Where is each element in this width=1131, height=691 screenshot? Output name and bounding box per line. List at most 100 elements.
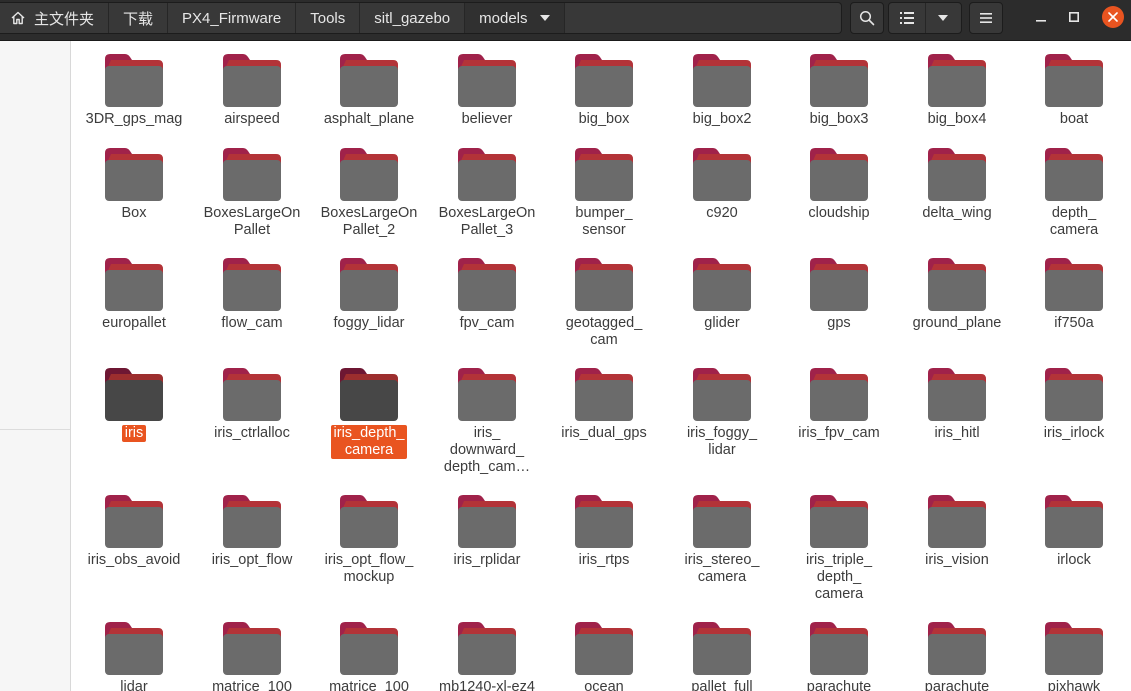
folder-item[interactable]: BoxesLargeOn Pallet_2: [313, 147, 425, 239]
folder-icon: [810, 54, 868, 107]
menu-button[interactable]: [969, 2, 1003, 34]
folder-label: europallet: [102, 315, 166, 331]
folder-icon: [1045, 495, 1103, 548]
breadcrumb-current[interactable]: models: [465, 3, 565, 33]
folder-label: ocean: [584, 679, 624, 691]
folder-item[interactable]: fpv_cam: [431, 257, 543, 332]
folder-item[interactable]: big_box: [548, 53, 660, 128]
breadcrumb-item[interactable]: PX4_Firmware: [168, 3, 297, 33]
folder-item[interactable]: iris_obs_avoid: [78, 494, 190, 569]
folder-item[interactable]: big_box2: [666, 53, 778, 128]
folder-item[interactable]: bumper_ sensor: [548, 147, 660, 239]
folder-item[interactable]: parachute: [783, 621, 895, 691]
folder-item[interactable]: iris_stereo_ camera: [666, 494, 778, 586]
folder-item[interactable]: iris_triple_ depth_ camera: [783, 494, 895, 603]
folder-item[interactable]: ground_plane: [901, 257, 1013, 332]
folder-item[interactable]: c920: [666, 147, 778, 222]
folder-item[interactable]: foggy_lidar: [313, 257, 425, 332]
folder-item[interactable]: glider: [666, 257, 778, 332]
folder-item[interactable]: 3DR_gps_mag: [78, 53, 190, 128]
folder-icon: [1045, 368, 1103, 421]
folder-item[interactable]: iris_depth_ camera: [313, 367, 425, 459]
folder-item[interactable]: if750a: [1018, 257, 1130, 332]
folder-label: iris_foggy_ lidar: [686, 425, 758, 458]
list-view-icon: [899, 12, 914, 24]
folder-item[interactable]: iris_dual_gps: [548, 367, 660, 442]
folder-label: if750a: [1054, 315, 1094, 331]
folder-item[interactable]: iris_opt_flow: [196, 494, 308, 569]
folder-item[interactable]: pallet_full: [666, 621, 778, 691]
sidebar[interactable]: [0, 41, 71, 691]
folder-item[interactable]: mb1240-xl-ez4: [431, 621, 543, 691]
folder-item[interactable]: matrice_100: [313, 621, 425, 691]
folder-icon: [810, 495, 868, 548]
folder-item[interactable]: matrice_100: [196, 621, 308, 691]
folder-item[interactable]: airspeed: [196, 53, 308, 128]
folder-item[interactable]: believer: [431, 53, 543, 128]
folder-item[interactable]: iris_fpv_cam: [783, 367, 895, 442]
folder-item[interactable]: iris_ctrlalloc: [196, 367, 308, 442]
maximize-button[interactable]: [1063, 6, 1085, 28]
folder-item[interactable]: gps: [783, 257, 895, 332]
folder-item[interactable]: irlock: [1018, 494, 1130, 569]
folder-label: c920: [706, 205, 738, 221]
folder-icon: [928, 622, 986, 675]
folder-item[interactable]: big_box4: [901, 53, 1013, 128]
folder-item[interactable]: big_box3: [783, 53, 895, 128]
close-button[interactable]: [1102, 6, 1124, 28]
folder-item[interactable]: iris_foggy_ lidar: [666, 367, 778, 459]
folder-label: iris_fpv_cam: [798, 425, 880, 441]
sidebar-divider: [0, 429, 70, 430]
folder-icon: [1045, 148, 1103, 201]
minimize-button[interactable]: [1030, 6, 1052, 28]
folder-item[interactable]: iris_hitl: [901, 367, 1013, 442]
folder-icon: [693, 148, 751, 201]
folder-icon: [810, 622, 868, 675]
folder-icon: [105, 368, 163, 421]
folder-item[interactable]: iris_ downward_ depth_cam…: [431, 367, 543, 476]
folder-label: gps: [827, 315, 851, 331]
folder-item[interactable]: BoxesLargeOn Pallet_3: [431, 147, 543, 239]
breadcrumb-item[interactable]: sitl_gazebo: [360, 3, 466, 33]
header-bar: 主文件夹 下载 PX4_Firmware Tools sitl_gazebo m…: [0, 0, 1131, 41]
folder-item[interactable]: iris_irlock: [1018, 367, 1130, 442]
folder-item[interactable]: flow_cam: [196, 257, 308, 332]
folder-item[interactable]: delta_wing: [901, 147, 1013, 222]
folder-item[interactable]: iris: [78, 367, 190, 442]
view-options-button[interactable]: [924, 3, 962, 33]
breadcrumb-home[interactable]: 主文件夹: [0, 3, 110, 33]
folder-icon: [223, 622, 281, 675]
folder-icon: [105, 148, 163, 201]
folder-item[interactable]: geotagged_ cam: [548, 257, 660, 349]
folder-item[interactable]: iris_opt_flow_ mockup: [313, 494, 425, 586]
folder-item[interactable]: cloudship: [783, 147, 895, 222]
folder-item[interactable]: parachute: [901, 621, 1013, 691]
folder-item[interactable]: Box: [78, 147, 190, 222]
folder-item[interactable]: asphalt_plane: [313, 53, 425, 128]
folder-icon: [340, 495, 398, 548]
folder-label: big_box2: [692, 111, 752, 127]
folder-item[interactable]: europallet: [78, 257, 190, 332]
breadcrumb-item[interactable]: Tools: [296, 3, 361, 33]
folder-item[interactable]: depth_ camera: [1018, 147, 1130, 239]
list-view-button[interactable]: [889, 3, 925, 33]
search-button[interactable]: [850, 2, 884, 34]
folder-label: bumper_ sensor: [575, 205, 633, 238]
folder-item[interactable]: pixhawk: [1018, 621, 1130, 691]
folder-label: delta_wing: [922, 205, 992, 221]
folder-item[interactable]: BoxesLargeOn Pallet: [196, 147, 308, 239]
home-icon: [10, 10, 26, 26]
folder-label: geotagged_ cam: [565, 315, 643, 348]
breadcrumb-item[interactable]: 下载: [109, 3, 169, 33]
close-icon: [1108, 12, 1118, 22]
folder-icon: [340, 622, 398, 675]
folder-item[interactable]: ocean: [548, 621, 660, 691]
folder-item[interactable]: iris_vision: [901, 494, 1013, 569]
folder-label: lidar: [120, 679, 148, 691]
folder-item[interactable]: boat: [1018, 53, 1130, 128]
folder-item[interactable]: lidar: [78, 621, 190, 691]
folder-item[interactable]: iris_rtps: [548, 494, 660, 569]
folder-item[interactable]: iris_rplidar: [431, 494, 543, 569]
chevron-down-icon: [539, 15, 550, 21]
folder-label: iris_hitl: [934, 425, 980, 441]
